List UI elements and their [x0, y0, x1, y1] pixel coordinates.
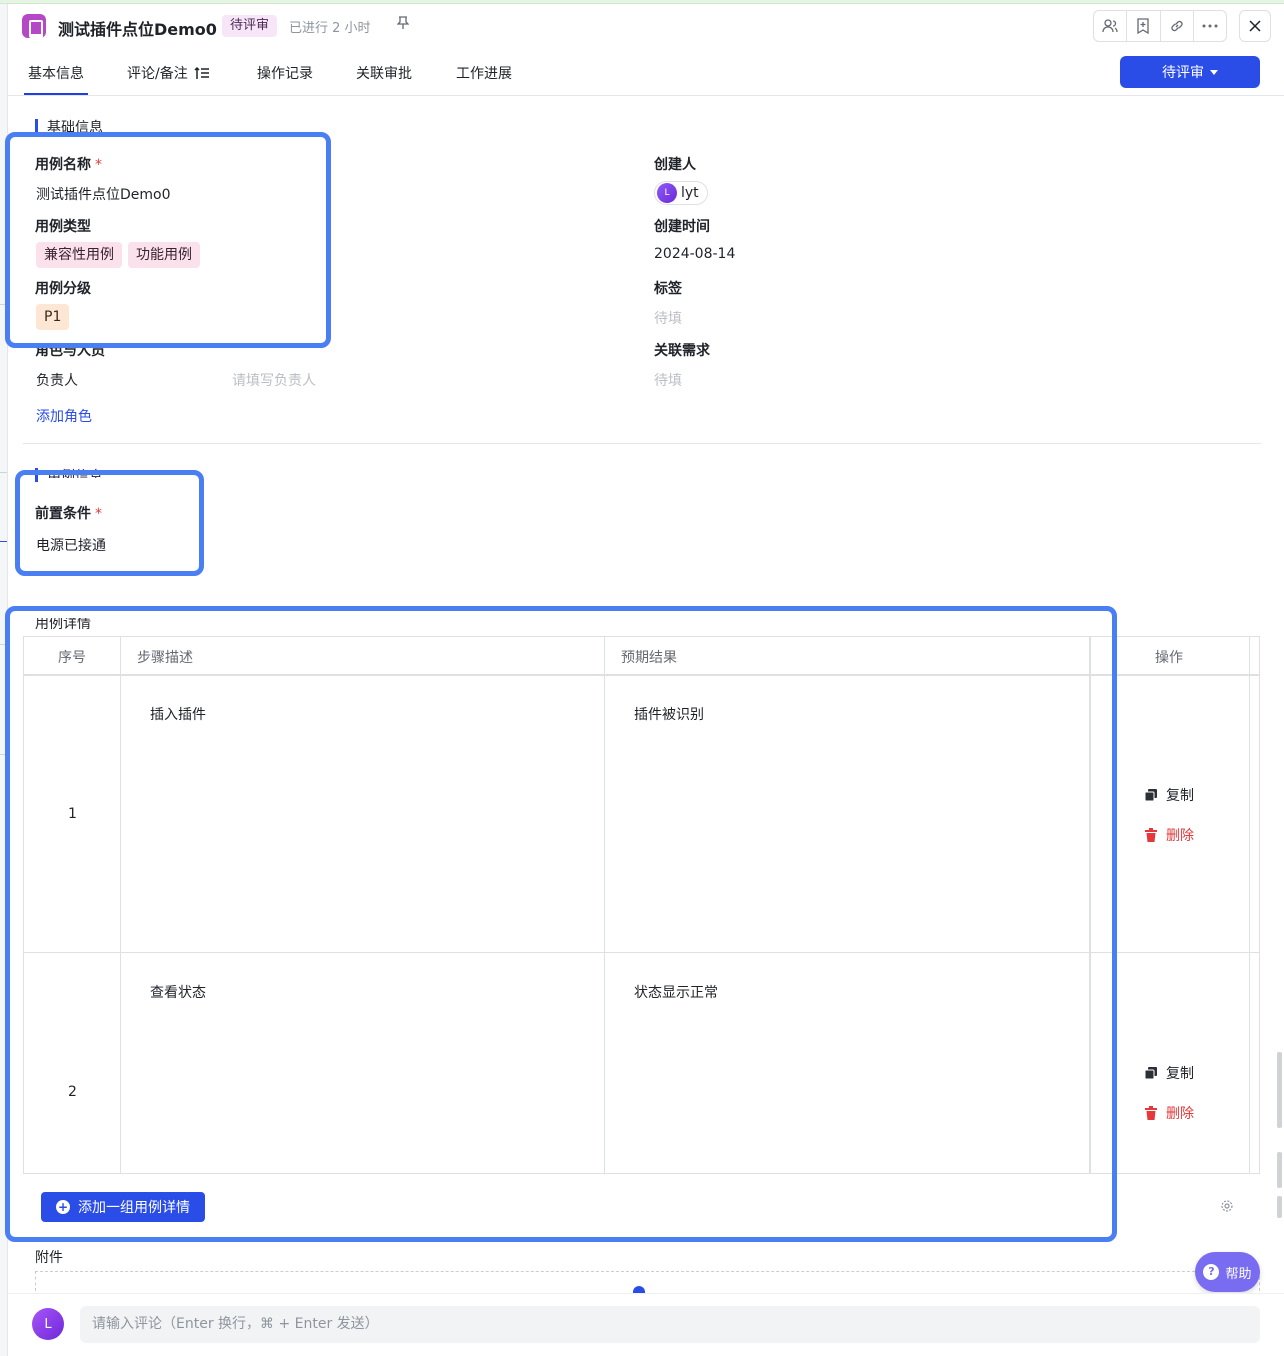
case-type-label: 用例类型 — [35, 219, 91, 235]
review-status-button[interactable]: 待评审 — [1120, 56, 1260, 88]
pin-icon[interactable] — [396, 16, 410, 34]
detail-header: 测试插件点位Demo0 待评审 已进行 2 小时 — [8, 4, 1284, 48]
header-toolbar — [1093, 10, 1227, 42]
delete-label: 删除 — [1166, 1106, 1194, 1122]
precondition-label: 前置条件 * — [35, 506, 102, 522]
copy-row-button[interactable]: 复制 — [1144, 785, 1194, 805]
help-label: 帮助 — [1225, 1266, 1252, 1282]
link-icon[interactable] — [1161, 11, 1194, 41]
avatar: L — [657, 183, 677, 203]
tab-label: 操作记录 — [257, 66, 313, 82]
tab-operation-log[interactable]: 操作记录 — [257, 63, 313, 83]
tags-label: 标签 — [654, 281, 682, 297]
header-bottom-line — [24, 675, 1259, 676]
add-role-link[interactable]: 添加角色 — [36, 406, 92, 426]
delete-row-button[interactable]: 删除 — [1144, 1103, 1194, 1123]
bookmark-app-icon — [22, 14, 46, 38]
creator-name: lyt — [681, 185, 699, 201]
scrollbar-thumb[interactable] — [1277, 1196, 1282, 1218]
trash-icon — [1145, 828, 1157, 842]
case-type-tag[interactable]: 功能用例 — [128, 242, 200, 268]
question-icon: ? — [1203, 1264, 1220, 1280]
created-time-label: 创建时间 — [654, 219, 710, 235]
delete-label: 删除 — [1166, 828, 1194, 844]
tab-label: 关联审批 — [356, 66, 412, 82]
scrollbar-thumb[interactable] — [1277, 1052, 1282, 1128]
tab-bar: 基本信息 评论/备注 操作记录 关联审批 工作进展 待评审 — [8, 48, 1284, 96]
add-detail-label: 添加一组用例详情 — [78, 1200, 190, 1216]
step-description[interactable]: 插入插件 — [150, 704, 206, 724]
roles-label: 角色与人员 — [35, 343, 105, 359]
step-description[interactable]: 查看状态 — [150, 982, 206, 1002]
tab-comments[interactable]: 评论/备注 — [127, 63, 210, 83]
copy-row-button[interactable]: 复制 — [1144, 1063, 1194, 1083]
bookmark-add-icon[interactable] — [1127, 11, 1161, 41]
active-tab-indicator — [24, 93, 88, 95]
left-panel-edge — [0, 4, 8, 1356]
more-icon[interactable] — [1194, 11, 1226, 41]
row-divider — [24, 952, 1259, 953]
status-badge[interactable]: 待评审 — [222, 15, 278, 37]
tab-related-approval[interactable]: 关联审批 — [356, 63, 412, 83]
case-type-tag[interactable]: 兼容性用例 — [36, 242, 122, 268]
owner-input[interactable]: 请填写负责人 — [232, 370, 316, 390]
section-divider — [23, 443, 1261, 444]
attachments-label: 附件 — [35, 1250, 63, 1266]
tab-label: 工作进展 — [456, 66, 512, 82]
expected-result[interactable]: 状态显示正常 — [634, 982, 718, 1002]
case-level-label: 用例分级 — [35, 281, 91, 297]
close-icon[interactable] — [1239, 10, 1271, 42]
elapsed-time: 已进行 2 小时 — [289, 21, 371, 36]
scrollbar-thumb[interactable] — [1277, 1152, 1282, 1188]
section-title-case-info: 用例信息 — [47, 469, 103, 485]
tab-label: 评论/备注 — [127, 66, 188, 82]
copy-label: 复制 — [1166, 788, 1194, 804]
related-req-label: 关联需求 — [654, 343, 710, 359]
delete-row-button[interactable]: 删除 — [1144, 825, 1194, 845]
help-button[interactable]: ? 帮助 — [1195, 1252, 1260, 1292]
avatar: L — [32, 1308, 64, 1340]
created-time-value: 2024-08-14 — [654, 246, 736, 262]
required-mark: * — [95, 506, 102, 522]
members-icon[interactable] — [1094, 11, 1128, 41]
comment-input[interactable]: 请输入评论（Enter 换行，⌘ + Enter 发送） — [80, 1306, 1260, 1343]
case-level-tag[interactable]: P1 — [36, 304, 70, 330]
table-settings-gear-icon[interactable] — [1220, 1199, 1234, 1213]
section-title-basic: 基础信息 — [47, 120, 103, 136]
section-title-details: 用例详情 — [35, 616, 91, 632]
expected-result[interactable]: 插件被识别 — [634, 704, 704, 724]
comment-bar: L 请输入评论（Enter 换行，⌘ + Enter 发送） — [8, 1293, 1284, 1356]
row-number: 1 — [68, 806, 77, 822]
tab-basic-info[interactable]: 基本信息 — [28, 63, 84, 83]
related-req-input[interactable]: 待填 — [654, 370, 682, 390]
section-accent — [35, 119, 38, 133]
case-name-value[interactable]: 测试插件点位Demo0 — [36, 184, 171, 204]
page-title: 测试插件点位Demo0 — [58, 20, 217, 39]
tab-work-progress[interactable]: 工作进展 — [456, 63, 512, 83]
tab-label: 基本信息 — [28, 66, 84, 82]
creator-chip[interactable]: L lyt — [654, 181, 708, 205]
column-divider — [1090, 637, 1250, 1173]
add-case-detail-button[interactable]: + 添加一组用例详情 — [41, 1192, 205, 1222]
row-number: 2 — [68, 1084, 77, 1100]
precondition-value[interactable]: 电源已接通 — [36, 535, 106, 555]
creator-label: 创建人 — [654, 157, 696, 173]
copy-icon — [1144, 789, 1157, 802]
attachment-dropzone[interactable] — [35, 1271, 1260, 1291]
caret-down-icon — [1210, 69, 1218, 75]
plus-circle-icon: + — [56, 1200, 70, 1214]
review-button-label: 待评审 — [1162, 65, 1204, 81]
trash-icon — [1145, 1106, 1157, 1120]
copy-label: 复制 — [1166, 1066, 1194, 1082]
section-accent — [35, 468, 38, 482]
copy-icon — [1144, 1067, 1157, 1080]
owner-label: 负责人 — [36, 373, 78, 389]
sort-icon — [194, 66, 209, 79]
case-detail-table: 序号 步骤描述 预期结果 操作 1 插入插件 插件被识别 复制 删除 2 查看状… — [23, 636, 1260, 1174]
tags-input[interactable]: 待填 — [654, 308, 682, 328]
case-name-label: 用例名称 * — [35, 157, 102, 173]
required-mark: * — [95, 157, 102, 173]
highlight-box-precondition — [15, 470, 204, 576]
